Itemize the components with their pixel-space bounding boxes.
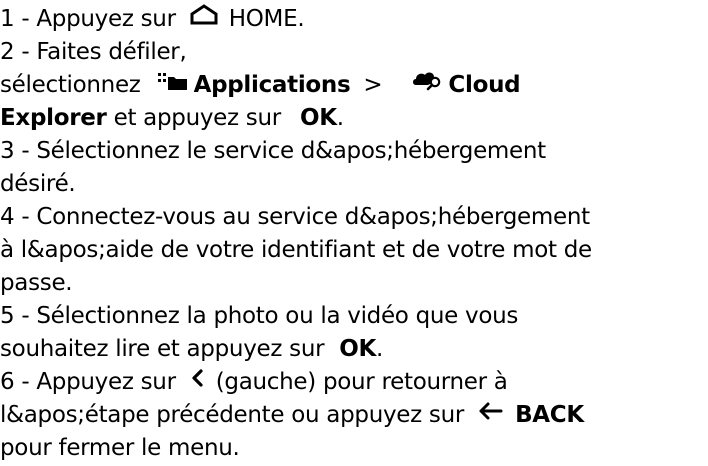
- step-3-text-cont: désiré.: [0, 171, 76, 197]
- step-2-text: 2 - Faites défiler,: [0, 39, 187, 65]
- step-6-text-cont: l&apos;étape précédente ou appuyez sur: [0, 402, 472, 428]
- step-5-suffix: .: [376, 336, 384, 362]
- step-4-text-cont: à l&apos;aide de votre identifiant et de…: [0, 237, 592, 263]
- step-3-text: 3 - Sélectionnez le service d&apos;héber…: [0, 138, 546, 164]
- step-5-text: 5 - Sélectionnez la photo ou la vidéo qu…: [0, 303, 519, 329]
- step-3-line-1: 3 - Sélectionnez le service d&apos;héber…: [0, 136, 546, 166]
- step-6-left-text: (gauche) pour retourner à: [208, 369, 508, 395]
- home-icon: [189, 3, 219, 33]
- cloud-label: Cloud: [448, 72, 521, 98]
- step-1-text: 1 - Appuyez sur: [0, 6, 183, 32]
- step-2-line-3: Explorer et appuyez sur OK.: [0, 103, 344, 133]
- step-4-line-2: à l&apos;aide de votre identifiant et de…: [0, 235, 592, 265]
- step-2-line-2: sélectionnez Applications > Cloud: [0, 69, 521, 100]
- step-6-line-1: 6 - Appuyez sur (gauche) pour retourner …: [0, 367, 508, 397]
- step-6-line-2: l&apos;étape précédente ou appuyez sur B…: [0, 400, 584, 430]
- step-3-line-2: désiré.: [0, 169, 76, 199]
- step-2-select-text: sélectionnez: [0, 72, 148, 98]
- applications-icon: [157, 69, 188, 99]
- ok-label: OK: [299, 105, 337, 131]
- step-6-line-3: pour fermer le menu.: [0, 433, 240, 463]
- ok-label: OK: [339, 336, 377, 362]
- step-4-text: 4 - Connectez-vous au service d&apos;héb…: [0, 204, 590, 230]
- step-1-suffix: .: [297, 6, 305, 32]
- step-4-line-3: passe.: [0, 268, 73, 298]
- arrow-left-icon: [477, 399, 503, 429]
- menu-separator: >: [356, 72, 390, 98]
- step-5-text-cont: souhaitez lire et appuyez sur: [0, 336, 332, 362]
- explorer-label: Explorer: [0, 105, 107, 131]
- step-5-line-2: souhaitez lire et appuyez sur OK.: [0, 334, 383, 364]
- applications-label: Applications: [193, 72, 351, 98]
- step-2-press-text: et appuyez sur: [106, 105, 288, 131]
- step-2-suffix: .: [336, 105, 344, 131]
- step-1: 1 - Appuyez sur HOME.: [0, 3, 305, 34]
- step-4-text-end: passe.: [0, 270, 73, 296]
- cloud-search-icon: [412, 69, 444, 99]
- home-label: HOME: [228, 6, 298, 32]
- step-5-line-1: 5 - Sélectionnez la photo ou la vidéo qu…: [0, 301, 518, 331]
- step-2-line-1: 2 - Faites défiler,: [0, 37, 187, 67]
- step-6-text: 6 - Appuyez sur: [0, 369, 183, 395]
- chevron-left-icon: [189, 366, 205, 396]
- step-6-text-end: pour fermer le menu.: [0, 435, 240, 461]
- step-4-line-1: 4 - Connectez-vous au service d&apos;héb…: [0, 202, 590, 232]
- back-label: BACK: [515, 402, 584, 428]
